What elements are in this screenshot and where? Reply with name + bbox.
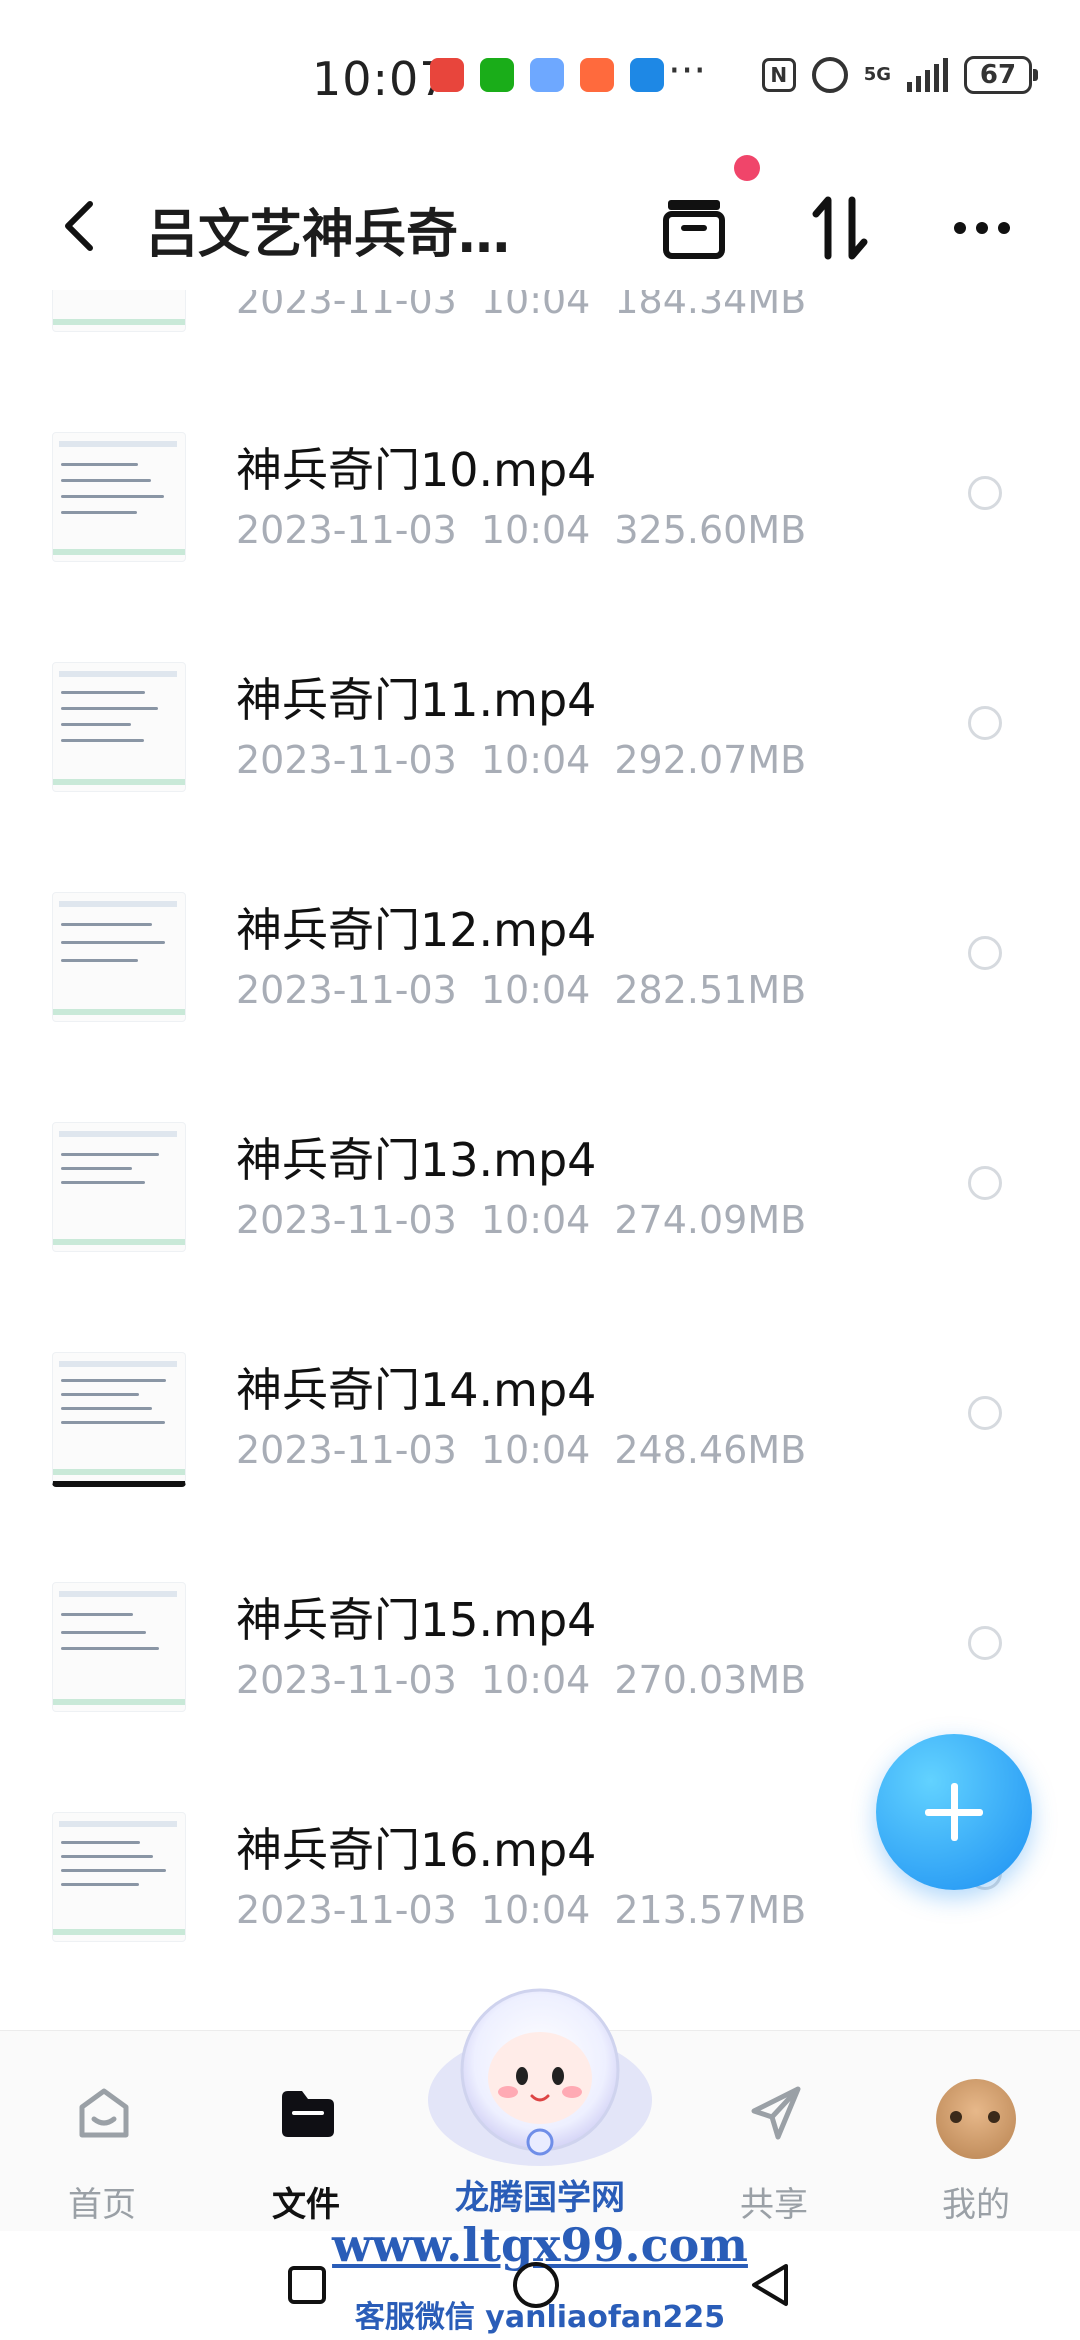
notification-dot — [734, 155, 760, 181]
signal-icon — [907, 58, 948, 92]
file-time: 10:04 — [480, 508, 591, 552]
video-thumbnail — [52, 662, 186, 792]
more-dots-icon — [954, 222, 1010, 234]
home-system-button[interactable] — [513, 2262, 559, 2308]
select-radio[interactable] — [968, 476, 1002, 510]
back-button[interactable] — [56, 196, 106, 256]
sort-button[interactable] — [800, 188, 880, 268]
file-row[interactable]: 神兵奇门14.mp4 2023-11-03 10:04 248.46MB — [0, 1336, 1080, 1566]
file-time: 10:04 — [480, 1658, 591, 1702]
alarm-icon — [811, 57, 848, 93]
file-name: 神兵奇门15.mp4 — [236, 1593, 597, 1647]
battery-icon: 67 — [964, 56, 1038, 94]
file-size: 270.03MB — [614, 1658, 807, 1702]
video-thumbnail — [52, 892, 186, 1022]
file-meta: 2023-11-03 10:04 282.51MB — [236, 968, 806, 1012]
file-size: 274.09MB — [614, 1198, 807, 1242]
file-date: 2023-11-03 — [236, 738, 457, 782]
file-meta: 2023-11-03 10:04 213.57MB — [236, 1888, 806, 1932]
file-name: 神兵奇门12.mp4 — [236, 903, 597, 957]
file-date: 2023-11-03 — [236, 508, 457, 552]
wechat-icon — [480, 58, 514, 92]
file-size: 248.46MB — [614, 1428, 807, 1472]
folder-icon — [282, 2091, 334, 2137]
file-row[interactable]: 神兵奇门09.mp42023-11-0310:04184.34MB — [0, 290, 1080, 416]
back-system-button[interactable] — [746, 2260, 796, 2310]
cloud-app-icon — [530, 58, 564, 92]
file-row[interactable]: 神兵奇门12.mp4 2023-11-03 10:04 282.51MB — [0, 876, 1080, 1106]
file-meta: 2023-11-03 10:04 184.34MB — [236, 290, 806, 322]
status-app-icons — [430, 58, 664, 92]
file-name: 神兵奇门14.mp4 — [236, 1363, 597, 1417]
video-app-icon — [580, 58, 614, 92]
file-meta: 2023-11-03 10:04 274.09MB — [236, 1198, 806, 1242]
file-size: 292.07MB — [614, 738, 807, 782]
sort-arrows-icon — [812, 196, 868, 260]
file-time: 10:04 — [480, 1888, 591, 1932]
bear-avatar-icon — [936, 2079, 1016, 2159]
video-thumbnail — [52, 1122, 186, 1252]
archive-button[interactable] — [654, 188, 734, 268]
file-name: 神兵奇门16.mp4 — [236, 1823, 597, 1877]
system-navigation-bar — [0, 2230, 1080, 2340]
file-size: 325.60MB — [614, 508, 807, 552]
file-row[interactable]: 神兵奇门13.mp4 2023-11-03 10:04 274.09MB — [0, 1106, 1080, 1336]
file-date: 2023-11-03 — [236, 1658, 457, 1702]
video-thumbnail — [52, 432, 186, 562]
file-meta: 2023-11-03 10:04 248.46MB — [236, 1428, 806, 1472]
paper-plane-icon — [751, 2086, 801, 2140]
file-name: 神兵奇门13.mp4 — [236, 1133, 597, 1187]
file-row[interactable]: 神兵奇门10.mp4 2023-11-03 10:04 325.60MB — [0, 416, 1080, 646]
top-app-bar: 吕文艺神兵奇… — [0, 170, 1080, 280]
file-time: 10:04 — [480, 1428, 591, 1472]
select-radio[interactable] — [968, 1396, 1002, 1430]
file-date: 2023-11-03 — [236, 1428, 457, 1472]
file-row[interactable]: 神兵奇门11.mp4 2023-11-03 10:04 292.07MB — [0, 646, 1080, 876]
nfc-icon: N — [761, 58, 796, 92]
select-radio[interactable] — [968, 936, 1002, 970]
huawei-app-icon — [430, 58, 464, 92]
file-size: 184.34MB — [614, 290, 807, 322]
file-time: 10:04 — [480, 1198, 591, 1242]
file-size: 282.51MB — [614, 968, 807, 1012]
select-radio[interactable] — [968, 1166, 1002, 1200]
file-size: 213.57MB — [614, 1888, 807, 1932]
file-date: 2023-11-03 — [236, 1198, 457, 1242]
watermark-site-name: 龙腾国学网 — [455, 2178, 625, 2218]
triangle-back-icon — [752, 2264, 788, 2306]
chevron-left-icon — [65, 201, 93, 251]
file-name: 神兵奇门11.mp4 — [236, 673, 597, 727]
network-type: 5G — [863, 64, 891, 85]
status-more-icon: ··· — [668, 48, 707, 94]
select-radio[interactable] — [968, 706, 1002, 740]
blue-app-icon — [630, 58, 664, 92]
file-time: 10:04 — [480, 290, 591, 322]
video-thumbnail — [52, 290, 186, 332]
mascot-character-icon — [428, 1988, 652, 2166]
video-thumbnail — [52, 1352, 186, 1487]
more-menu-button[interactable] — [942, 188, 1022, 268]
select-radio[interactable] — [968, 1626, 1002, 1660]
file-date: 2023-11-03 — [236, 1888, 457, 1932]
archive-box-icon — [663, 200, 725, 259]
file-date: 2023-11-03 — [236, 968, 457, 1012]
file-name: 神兵奇门10.mp4 — [236, 443, 597, 497]
file-meta: 2023-11-03 10:04 325.60MB — [236, 508, 806, 552]
add-button[interactable] — [876, 1734, 1032, 1890]
file-meta: 2023-11-03 10:04 270.03MB — [236, 1658, 806, 1702]
status-time: 10:07 — [312, 52, 450, 106]
file-time: 10:04 — [480, 968, 591, 1012]
video-thumbnail — [52, 1812, 186, 1942]
file-date: 2023-11-03 — [236, 290, 457, 322]
file-time: 10:04 — [480, 738, 591, 782]
status-bar: 10:07 ··· N 5G 67 — [0, 0, 1080, 150]
home-icon — [79, 2088, 129, 2138]
video-thumbnail — [52, 1582, 186, 1712]
status-right-group: N 5G 67 — [761, 56, 1038, 94]
battery-level: 67 — [979, 60, 1017, 90]
page-title: 吕文艺神兵奇… — [146, 205, 511, 265]
file-meta: 2023-11-03 10:04 292.07MB — [236, 738, 806, 782]
recent-apps-button[interactable] — [288, 2266, 326, 2304]
